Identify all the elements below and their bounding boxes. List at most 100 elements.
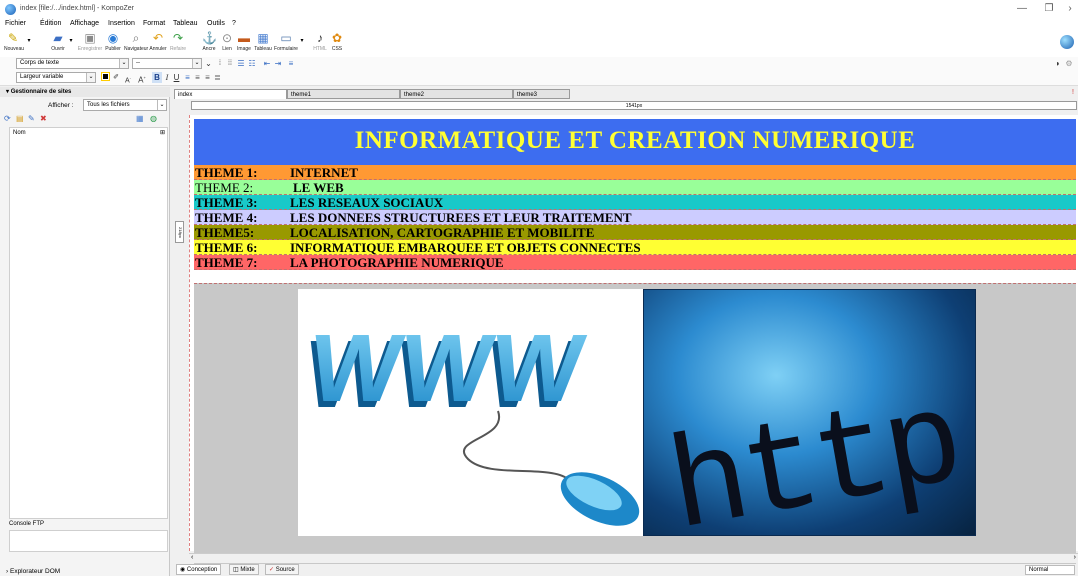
theme-row-3[interactable]: THEME 3: LES RESEAUX SOCIAUX: [194, 195, 1076, 210]
minimize-button[interactable]: —: [1010, 2, 1034, 16]
close-button[interactable]: ›: [1058, 2, 1078, 16]
www-image[interactable]: WWW WWW: [298, 289, 643, 536]
undo-icon: ↶: [152, 31, 164, 45]
increase-indent-small-icon[interactable]: ⁞: [216, 58, 224, 69]
site-tree[interactable]: Nom ⊞: [9, 127, 168, 519]
form-button[interactable]: ▭ Formulaire: [274, 32, 298, 53]
open-dropdown-arrow-icon[interactable]: ▾: [68, 37, 74, 44]
gear-icon[interactable]: ⚙: [1064, 58, 1074, 69]
anchor-button[interactable]: ⚓ Ancre: [200, 32, 218, 53]
indent-icon[interactable]: ⇥: [273, 58, 283, 69]
menu-edition[interactable]: Édition: [40, 20, 61, 27]
menu-help[interactable]: ?: [232, 20, 236, 27]
dom-explorer-toggle[interactable]: › Explorateur DOM: [6, 568, 60, 575]
menu-insertion[interactable]: Insertion: [108, 20, 135, 27]
show-files-select[interactable]: Tous les fichiers ⌄: [83, 99, 167, 111]
edit-site-icon[interactable]: ✎: [28, 114, 35, 123]
format-toolbar-1: Corps de texte ⌄ -- ⌄ ⌄ ⁞ ⁞⁞ ☰ ☷ ⇤ ⇥ ≡ ◑…: [0, 57, 1078, 71]
delete-icon[interactable]: ✖: [40, 114, 47, 123]
publish-icon: ◉: [107, 31, 119, 45]
theme-row-1[interactable]: THEME 1: INTERNET: [194, 165, 1076, 180]
site-manager-header[interactable]: ▾ Gestionnaire de sites: [0, 87, 170, 97]
font-size-toggle-icon[interactable]: ⁞⁞: [226, 58, 234, 69]
align-right-icon[interactable]: ≡: [203, 72, 212, 83]
ftp-console[interactable]: [9, 530, 168, 552]
align-center-icon[interactable]: ≡: [193, 72, 202, 83]
editor-area: index theme1 theme2 theme3 ! 1541px 218p…: [172, 87, 1078, 576]
scroll-right-icon[interactable]: ›: [1074, 554, 1076, 561]
close-tab-icon[interactable]: !: [1072, 89, 1074, 96]
text-color-icon[interactable]: [100, 72, 110, 83]
numbered-list-icon[interactable]: ☷: [247, 58, 257, 69]
redo-button[interactable]: ↷ Refaire: [168, 32, 188, 53]
tab-index[interactable]: index: [174, 89, 287, 99]
theme-row-5[interactable]: THEME5: LOCALISATION, CARTOGRAPHIE ET MO…: [194, 225, 1076, 240]
css-button[interactable]: ✿ CSS: [330, 31, 344, 53]
theme-row-2[interactable]: THEME 2: LE WEB: [194, 180, 1076, 195]
align-justify-icon[interactable]: ≣: [213, 72, 222, 83]
undo-button[interactable]: ↶ Annuler: [148, 31, 168, 53]
form-dropdown-arrow-icon[interactable]: ▾: [299, 37, 305, 44]
scroll-left-icon[interactable]: ‹: [191, 554, 193, 561]
horizontal-scrollbar[interactable]: ‹ ›: [189, 553, 1078, 563]
bullet-list-icon[interactable]: ☰: [236, 58, 246, 69]
theme-row-6[interactable]: THEME 6: INFORMATIQUE EMBARQUEE ET OBJET…: [194, 240, 1076, 255]
www-text: WWW: [303, 315, 590, 421]
menu-fichier[interactable]: Fichier: [5, 20, 26, 27]
menu-outils[interactable]: Outils: [207, 20, 225, 27]
html-button[interactable]: ♪ HTML: [312, 31, 328, 53]
open-button[interactable]: ▰ Ouvrir: [48, 31, 68, 53]
refresh-icon[interactable]: ⟳: [4, 114, 11, 123]
font-select[interactable]: -- ⌄: [132, 58, 202, 69]
save-icon: ▣: [84, 31, 96, 45]
tab-theme1[interactable]: theme1: [287, 89, 400, 99]
width-select[interactable]: Largeur variable ⌄: [16, 72, 96, 83]
spellcheck-icon[interactable]: ◑: [1052, 58, 1062, 69]
site-settings-icon[interactable]: ▦: [136, 114, 144, 123]
http-image[interactable]: http://w: [643, 289, 976, 536]
publish-button[interactable]: ◉ Publier: [104, 31, 122, 53]
column-picker-icon[interactable]: ⊞: [160, 128, 165, 138]
align-left-icon[interactable]: ≡: [183, 72, 192, 83]
browser-button[interactable]: ⌕ Navigateur: [124, 32, 148, 53]
status-normal[interactable]: Normal: [1025, 565, 1075, 575]
html-icon: ♪: [317, 31, 323, 45]
link-button[interactable]: ⊙ Lien: [220, 32, 234, 53]
font-dropdown-button[interactable]: ⌄: [204, 58, 213, 69]
paragraph-format-select[interactable]: Corps de texte ⌄: [16, 58, 129, 69]
highlight-icon[interactable]: ✐: [112, 72, 120, 83]
outdent-icon[interactable]: ⇤: [262, 58, 272, 69]
table-button[interactable]: ▦ Tableau: [254, 32, 272, 53]
mode-mixte[interactable]: ◫ Mixte: [229, 564, 259, 575]
menu-tableau[interactable]: Tableau: [173, 20, 198, 27]
menu-bar: Fichier Édition Affichage Insertion Form…: [0, 19, 1078, 31]
vertical-ruler: 218px: [175, 221, 184, 243]
site-manager-icon-bar: ⟳ ▤ ✎ ✖ ▦ ◍: [4, 114, 169, 125]
save-button[interactable]: ▣ Enregistrer: [76, 31, 104, 53]
theme-row-4[interactable]: THEME 4: LES DONNEES STRUCTUREES ET LEUR…: [194, 210, 1076, 225]
theme-row-7[interactable]: THEME 7: LA PHOTOGRAPHIE NUMERIQUE: [194, 255, 1076, 270]
bold-button[interactable]: B: [152, 72, 162, 83]
new-dropdown-arrow-icon[interactable]: ▾: [26, 37, 32, 44]
page-banner: INFORMATIQUE ET CREATION NUMERIQUE: [194, 119, 1076, 165]
font-larger-icon[interactable]: A+: [136, 72, 148, 85]
css-icon: ✿: [331, 31, 343, 45]
image-button[interactable]: ▬ Image: [236, 32, 252, 53]
font-smaller-icon[interactable]: A-: [122, 72, 134, 84]
mode-source[interactable]: ✓ Source: [265, 564, 299, 575]
ftp-console-label: Console FTP: [9, 521, 45, 527]
new-folder-icon[interactable]: ▤: [16, 114, 24, 123]
open-icon: ▰: [53, 31, 63, 45]
menu-format[interactable]: Format: [143, 20, 165, 27]
mode-conception[interactable]: ◉ Conception: [176, 564, 222, 575]
underline-button[interactable]: U: [172, 72, 181, 83]
tab-theme3[interactable]: theme3: [513, 89, 570, 99]
menu-affichage[interactable]: Affichage: [70, 20, 99, 27]
document-canvas[interactable]: INFORMATIQUE ET CREATION NUMERIQUE THEME…: [189, 115, 1078, 566]
tab-theme2[interactable]: theme2: [400, 89, 513, 99]
new-button[interactable]: ✎ Nouveau: [4, 32, 24, 53]
globe-icon[interactable]: ◍: [150, 114, 157, 123]
image-row: WWW WWW http://w: [194, 283, 1076, 566]
rtl-icon[interactable]: ≡: [286, 58, 296, 69]
italic-button[interactable]: I: [163, 72, 171, 83]
